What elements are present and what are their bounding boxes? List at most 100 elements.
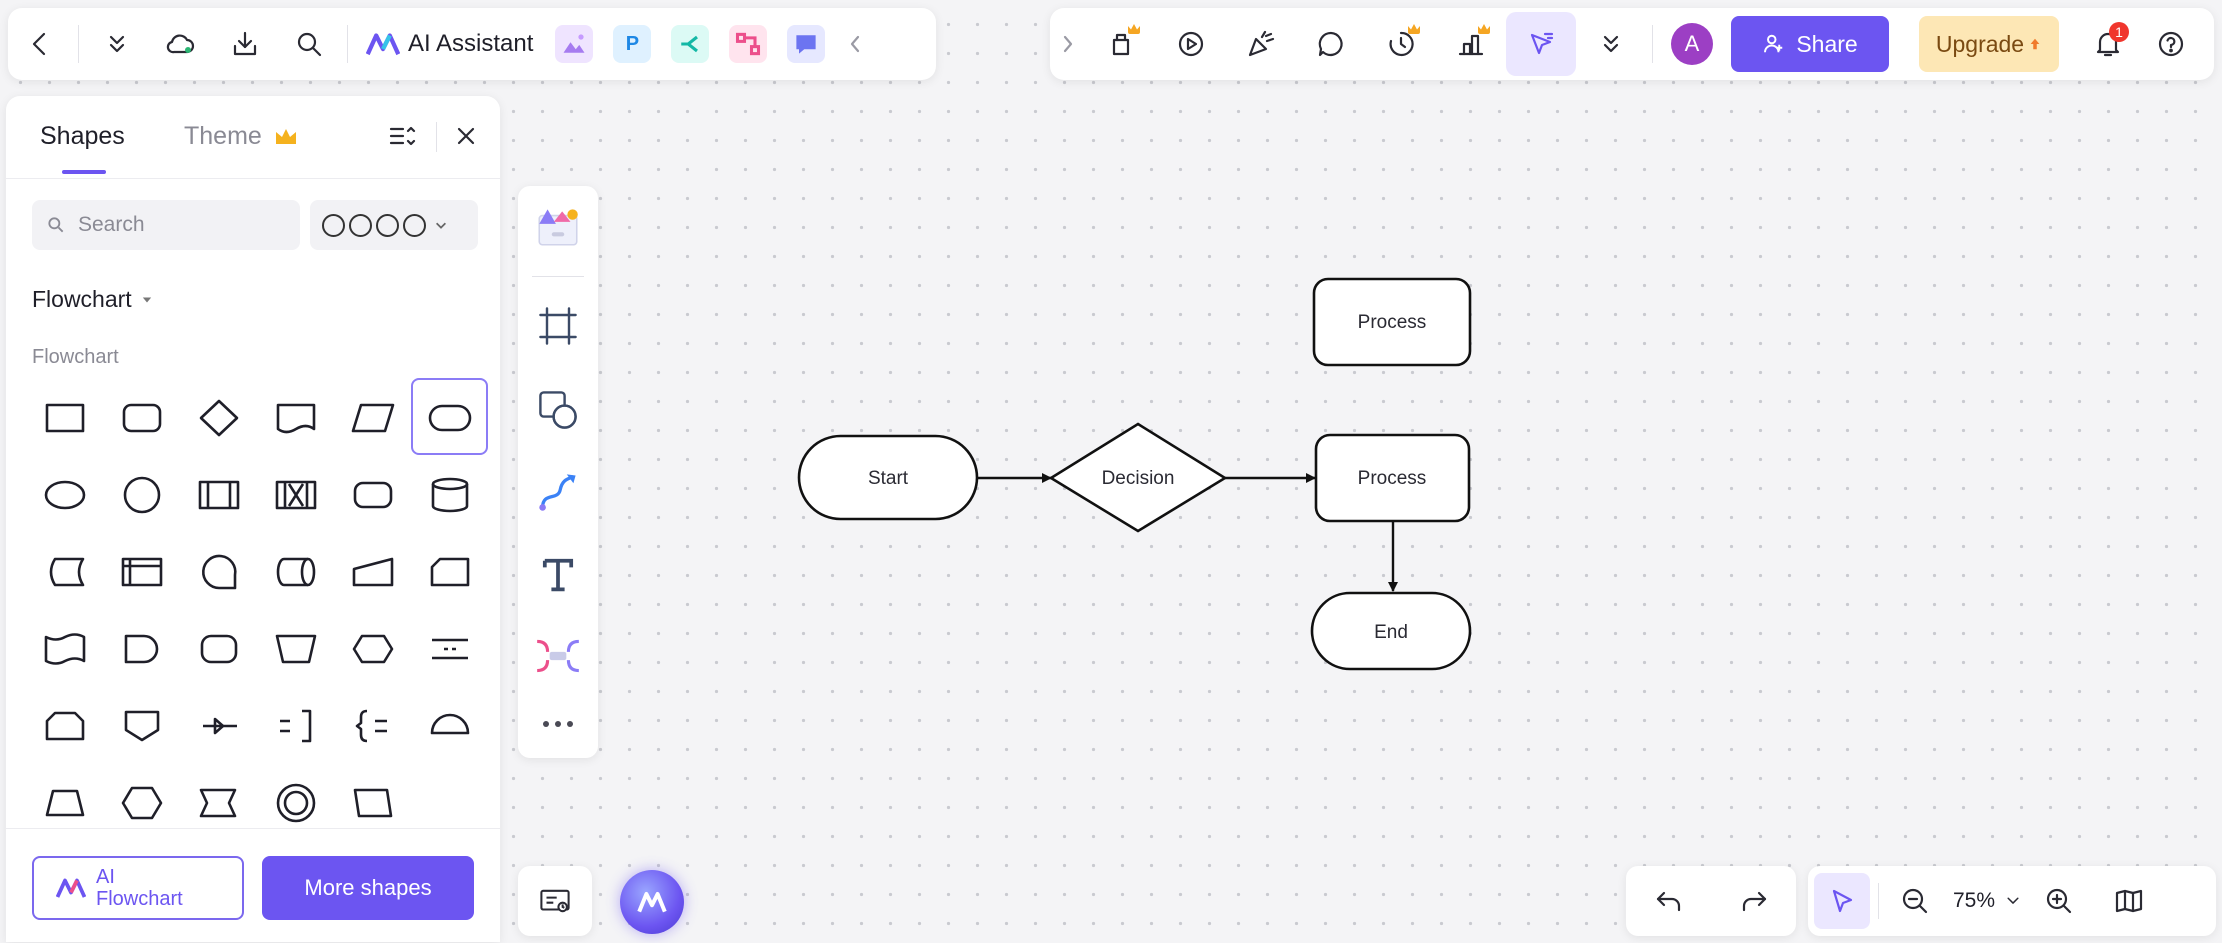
shape-off-page-reference[interactable] bbox=[103, 686, 180, 763]
celebrate-icon[interactable] bbox=[1226, 12, 1296, 76]
search-icon bbox=[48, 217, 64, 233]
back-icon[interactable] bbox=[8, 12, 72, 76]
tab-theme[interactable]: Theme bbox=[184, 122, 262, 151]
mindmap-icon[interactable] bbox=[671, 25, 710, 63]
double-chevron-down-icon[interactable] bbox=[85, 12, 149, 76]
shape-document[interactable] bbox=[257, 378, 334, 455]
shape-delay[interactable] bbox=[103, 609, 180, 686]
undo-icon[interactable] bbox=[1641, 873, 1697, 929]
tab-shapes[interactable]: Shapes bbox=[40, 122, 125, 151]
mindmap-tool-icon[interactable] bbox=[528, 626, 588, 686]
zoom-in-icon[interactable] bbox=[2031, 873, 2087, 929]
shape-diamond[interactable] bbox=[180, 378, 257, 455]
shape-stored-data[interactable] bbox=[26, 532, 103, 609]
presentation-outline-button[interactable] bbox=[518, 866, 592, 936]
flowchart-app-icon[interactable] bbox=[729, 25, 768, 63]
ai-flowchart-label-line1: AI bbox=[96, 866, 115, 888]
shape-annotation-lines[interactable] bbox=[411, 609, 488, 686]
ai-logo-icon bbox=[637, 892, 667, 913]
collapse-list-icon[interactable] bbox=[386, 120, 418, 152]
chevron-down-icon[interactable] bbox=[1995, 873, 2031, 929]
shape-card[interactable] bbox=[411, 532, 488, 609]
shape-grid bbox=[26, 378, 488, 840]
board-map-icon bbox=[540, 889, 570, 913]
connector-line-icon[interactable] bbox=[528, 462, 588, 522]
help-icon[interactable] bbox=[2143, 12, 2199, 76]
node-process[interactable]: Process bbox=[1314, 433, 1471, 523]
shape-connector-arrow[interactable] bbox=[180, 686, 257, 763]
shape-circle[interactable] bbox=[103, 455, 180, 532]
shape-rounded-square[interactable] bbox=[334, 455, 411, 532]
image-ai-icon[interactable] bbox=[555, 25, 594, 63]
arrow-up-icon bbox=[2030, 38, 2040, 50]
minimap-book-icon[interactable] bbox=[2101, 873, 2157, 929]
shape-predefined-process[interactable] bbox=[180, 455, 257, 532]
shape-alternate-process[interactable] bbox=[180, 609, 257, 686]
search-input[interactable] bbox=[76, 212, 280, 238]
redo-icon[interactable] bbox=[1726, 873, 1782, 929]
shape-parallelogram[interactable] bbox=[334, 378, 411, 455]
frame-icon[interactable] bbox=[528, 296, 588, 356]
shape-sequential-access[interactable] bbox=[180, 532, 257, 609]
shape-annotation-left[interactable] bbox=[334, 686, 411, 763]
crown-icon bbox=[1478, 24, 1490, 34]
more-chevron-icon[interactable] bbox=[1576, 12, 1646, 76]
shape-rounded-rectangle[interactable] bbox=[103, 378, 180, 455]
text-tool-icon[interactable] bbox=[528, 544, 588, 604]
tab-underline bbox=[62, 170, 106, 174]
shape-internal-storage[interactable] bbox=[103, 532, 180, 609]
more-shapes-button[interactable]: More shapes bbox=[262, 856, 474, 920]
play-icon[interactable] bbox=[1156, 12, 1226, 76]
category-dropdown[interactable]: Flowchart bbox=[32, 286, 152, 313]
share-button[interactable]: Share bbox=[1731, 16, 1889, 72]
template-icon[interactable] bbox=[528, 196, 588, 256]
download-icon[interactable] bbox=[213, 12, 277, 76]
shape-terminator[interactable] bbox=[411, 378, 488, 455]
zoom-out-icon[interactable] bbox=[1887, 873, 1943, 929]
expand-chevron-icon[interactable] bbox=[1050, 12, 1086, 76]
shape-manual-input[interactable] bbox=[334, 532, 411, 609]
shapes-panel: Shapes Theme Flowchart Flowchart bbox=[6, 96, 500, 942]
ai-flowchart-button[interactable]: AI Flowchart bbox=[32, 856, 244, 920]
ai-assistant-orb[interactable] bbox=[620, 870, 684, 934]
ai-assistant-button[interactable]: AI Assistant bbox=[354, 12, 545, 76]
shape-direct-access[interactable] bbox=[257, 532, 334, 609]
upgrade-button[interactable]: Upgrade bbox=[1919, 16, 2059, 72]
shape-half-circle[interactable] bbox=[411, 686, 488, 763]
more-tools-icon[interactable] bbox=[528, 694, 588, 754]
avatar[interactable]: A bbox=[1671, 23, 1713, 65]
node-start[interactable]: Start bbox=[797, 434, 979, 521]
node-process-top[interactable]: Process bbox=[1312, 277, 1472, 367]
shape-punched-tape[interactable] bbox=[26, 609, 103, 686]
node-end[interactable]: End bbox=[1310, 591, 1472, 671]
shape-ellipse[interactable] bbox=[26, 455, 103, 532]
search-field[interactable] bbox=[32, 200, 300, 250]
bell-icon[interactable]: 1 bbox=[2073, 12, 2143, 76]
chat-icon[interactable] bbox=[787, 25, 826, 63]
shape-database[interactable] bbox=[411, 455, 488, 532]
collapse-chevron-icon[interactable] bbox=[835, 12, 875, 76]
search-icon[interactable] bbox=[277, 12, 341, 76]
shape-hexagon-preparation[interactable] bbox=[334, 609, 411, 686]
cursor-share-icon[interactable] bbox=[1506, 12, 1576, 76]
timer-icon[interactable] bbox=[1366, 12, 1436, 76]
style-circle bbox=[349, 213, 372, 237]
zoom-level[interactable]: 75% bbox=[1953, 889, 1995, 913]
node-decision[interactable]: Decision bbox=[1048, 422, 1228, 533]
cloud-saved-icon[interactable] bbox=[149, 12, 213, 76]
shape-annotation-right[interactable] bbox=[257, 686, 334, 763]
paint-bucket-icon[interactable] bbox=[1086, 12, 1156, 76]
shape-manual-operation[interactable] bbox=[257, 609, 334, 686]
shape-tool-icon[interactable] bbox=[528, 380, 588, 440]
shape-collate-process[interactable] bbox=[257, 455, 334, 532]
shape-style-picker[interactable] bbox=[310, 200, 478, 250]
shape-loop-limit[interactable] bbox=[26, 686, 103, 763]
vote-icon[interactable] bbox=[1436, 12, 1506, 76]
style-circle bbox=[322, 213, 345, 237]
close-icon[interactable] bbox=[450, 120, 482, 152]
node-label: Decision bbox=[1102, 468, 1175, 489]
comment-icon[interactable] bbox=[1296, 12, 1366, 76]
presentation-p-icon[interactable]: P bbox=[613, 25, 652, 63]
shape-rectangle[interactable] bbox=[26, 378, 103, 455]
select-cursor-icon[interactable] bbox=[1814, 873, 1870, 929]
